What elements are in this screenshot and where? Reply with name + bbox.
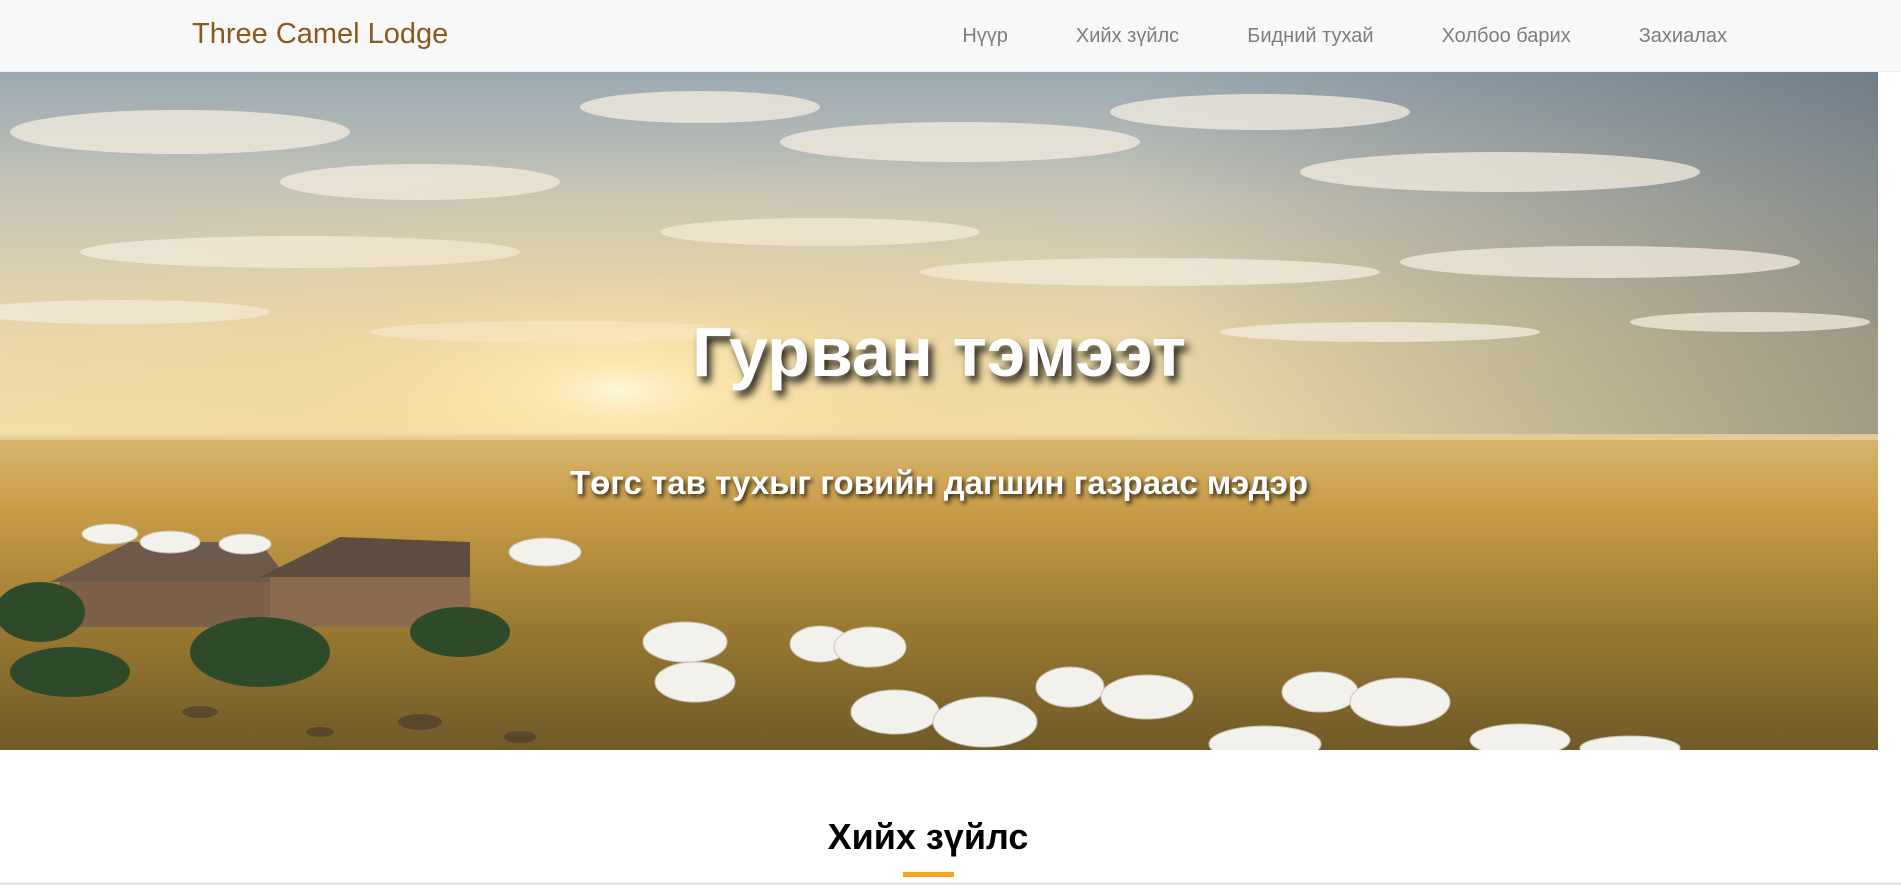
nav-link-home[interactable]: Нүүр <box>928 25 1042 48</box>
nav-link-activities[interactable]: Хийх зүйлс <box>1042 25 1213 48</box>
top-navbar: Three Camel Lodge Нүүр Хийх зүйлс Бидний… <box>0 0 1901 72</box>
nav-link-about[interactable]: Бидний тухай <box>1213 25 1407 48</box>
section-title-activities: Хийх зүйлс <box>827 816 1029 857</box>
hero-banner: Гурван тэмээт Төгс тав тухыг говийн дагш… <box>0 72 1878 750</box>
hero-background-image <box>0 72 1878 750</box>
hero-title: Гурван тэмээт <box>691 313 1187 391</box>
nav-item-about: Бидний тухай <box>1213 25 1407 48</box>
nav-link-booking[interactable]: Захиалах <box>1605 25 1727 48</box>
hero-subtitle: Төгс тав тухыг говийн дагшин газраас мэд… <box>569 464 1309 501</box>
nav-link-contact[interactable]: Холбоо барих <box>1408 25 1605 48</box>
nav-item-contact: Холбоо барих <box>1408 25 1605 48</box>
nav-menu: Нүүр Хийх зүйлс Бидний тухай Холбоо бари… <box>928 0 1727 72</box>
section-title-underline <box>903 872 954 877</box>
brand-link[interactable]: Three Camel Lodge <box>192 18 448 51</box>
nav-item-activities: Хийх зүйлс <box>1042 25 1213 48</box>
nav-item-booking: Захиалах <box>1605 25 1727 48</box>
nav-item-home: Нүүр <box>928 25 1042 48</box>
